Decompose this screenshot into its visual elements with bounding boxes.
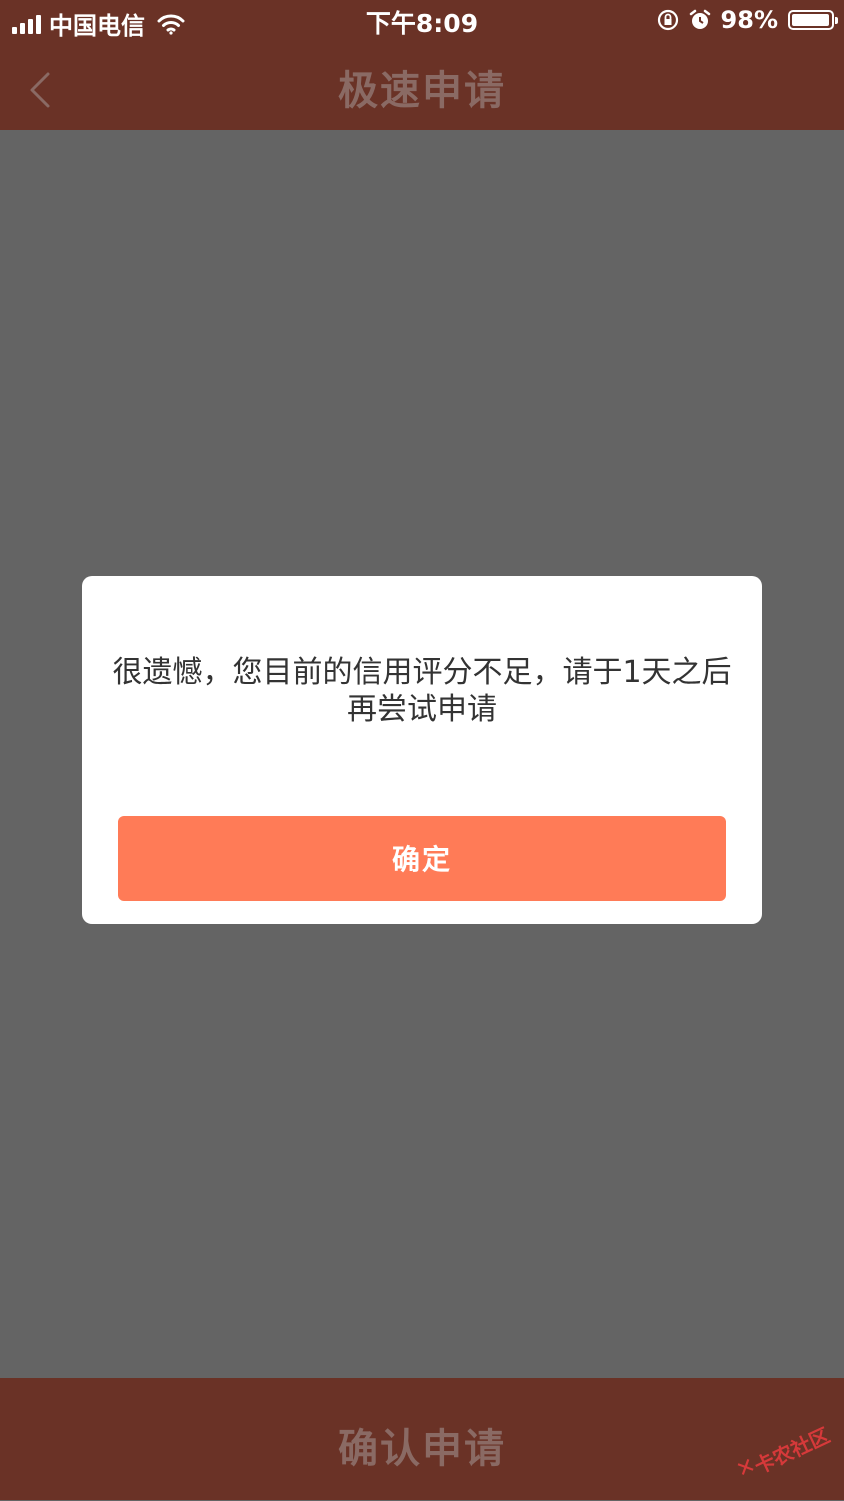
dialog-message: 很遗憾，您目前的信用评分不足，请于1天之后再尝试申请 [112, 655, 732, 727]
battery-icon [788, 10, 838, 30]
bottom-action-bar: 确认申请 ✕ 卡农社区 [0, 1378, 844, 1500]
alert-dialog: 很遗憾，您目前的信用评分不足，请于1天之后再尝试申请 确定 [82, 576, 762, 924]
status-right: 98% [657, 6, 838, 34]
orientation-lock-icon [657, 9, 678, 31]
alarm-icon [689, 9, 710, 29]
status-bar: 中国电信 下午8:09 98% [0, 0, 844, 40]
ok-button[interactable]: 确定 [118, 816, 726, 901]
battery-percent: 98% [720, 6, 778, 34]
page-title: 极速申请 [338, 68, 506, 114]
nav-bar: 极速申请 [0, 40, 844, 130]
confirm-apply-button[interactable]: 确认申请 [0, 1416, 844, 1474]
